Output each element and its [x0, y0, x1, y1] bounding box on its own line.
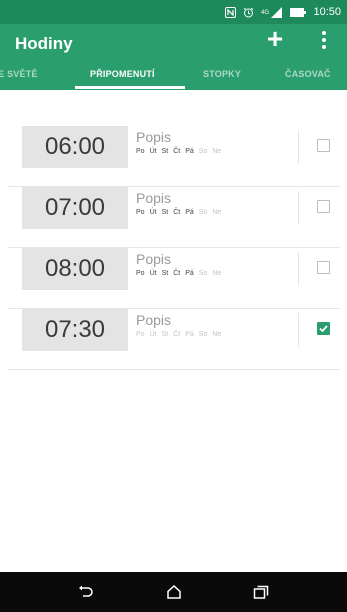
day-label: St	[161, 148, 169, 155]
day-label: Pá	[185, 270, 194, 277]
tab-world-clock[interactable]: VE SVĚTĚ	[0, 69, 38, 79]
tab-timer[interactable]: ČASOVAČ	[285, 69, 331, 79]
day-label: Út	[149, 270, 157, 277]
day-label: St	[161, 331, 169, 338]
day-label: Ne	[212, 270, 222, 277]
alarm-enable-checkbox[interactable]	[317, 322, 330, 335]
alarm-time[interactable]: 06:00	[22, 126, 128, 168]
day-label: So	[198, 270, 208, 277]
alarm-time[interactable]: 07:30	[22, 309, 128, 351]
alarm-row[interactable]: 07:00 Popis Po Út St Čt Pá So Ne	[8, 187, 340, 248]
day-label: Čt	[173, 209, 181, 216]
day-label: Po	[136, 270, 145, 277]
clock-time: 10:50	[313, 6, 341, 18]
battery-icon	[290, 7, 307, 17]
status-bar: 4G 10:50	[0, 0, 347, 24]
alarm-label: Popis	[136, 312, 172, 328]
alarm-days: Po Út St Čt Pá So Ne	[136, 209, 221, 216]
checkmark-icon	[319, 325, 328, 333]
day-label: Ne	[212, 209, 222, 216]
day-label: Pá	[185, 331, 194, 338]
alarm-days: Po Út St Čt Pá So Ne	[136, 331, 221, 338]
day-label: Ne	[212, 331, 222, 338]
alarm-enable-checkbox[interactable]	[317, 200, 330, 213]
tab-indicator	[75, 86, 185, 89]
divider	[298, 130, 299, 164]
day-label: Po	[136, 209, 145, 216]
alarm-list: 06:00 Popis Po Út St Čt Pá So Ne 07:00 P…	[0, 126, 347, 370]
day-label: St	[161, 270, 169, 277]
alarm-enable-checkbox[interactable]	[317, 261, 330, 274]
day-label: Ne	[212, 148, 222, 155]
day-label: Čt	[173, 270, 181, 277]
alarm-row[interactable]: 07:30 Popis Po Út St Čt Pá So Ne	[8, 309, 340, 370]
tab-stopwatch[interactable]: STOPKY	[203, 69, 241, 79]
app-bar: Hodiny + VE SVĚTĚ PŘIPOMENUTÍ STOPKY ČAS…	[0, 24, 347, 90]
alarm-label: Popis	[136, 190, 172, 206]
tab-bar: VE SVĚTĚ PŘIPOMENUTÍ STOPKY ČASOVAČ	[0, 60, 347, 90]
plus-icon[interactable]: +	[262, 25, 288, 53]
alarm-label: Popis	[136, 251, 172, 267]
day-label: Čt	[173, 148, 181, 155]
svg-text:4G: 4G	[261, 10, 269, 16]
day-label: Po	[136, 331, 145, 338]
alarm-enable-checkbox[interactable]	[317, 139, 330, 152]
alarm-row[interactable]: 06:00 Popis Po Út St Čt Pá So Ne	[8, 126, 340, 187]
alarm-days: Po Út St Čt Pá So Ne	[136, 148, 221, 155]
alarm-days: Po Út St Čt Pá So Ne	[136, 270, 221, 277]
day-label: St	[161, 209, 169, 216]
nav-bar	[0, 572, 347, 612]
back-icon[interactable]	[77, 584, 95, 600]
tab-alarms[interactable]: PŘIPOMENUTÍ	[90, 69, 155, 79]
day-label: Út	[149, 209, 157, 216]
day-label: Pá	[185, 209, 194, 216]
day-label: So	[198, 148, 208, 155]
recents-icon[interactable]	[252, 584, 270, 600]
alarm-icon	[243, 7, 254, 18]
app-title: Hodiny	[15, 34, 73, 53]
more-vert-icon[interactable]	[314, 28, 334, 52]
day-label: So	[198, 209, 208, 216]
nfc-icon	[225, 6, 237, 18]
divider	[298, 252, 299, 286]
day-label: Út	[149, 148, 157, 155]
alarm-time[interactable]: 08:00	[22, 248, 128, 290]
alarm-row[interactable]: 08:00 Popis Po Út St Čt Pá So Ne	[8, 248, 340, 309]
alarm-time[interactable]: 07:00	[22, 187, 128, 229]
alarm-label: Popis	[136, 129, 172, 145]
day-label: Čt	[173, 331, 181, 338]
divider	[298, 191, 299, 225]
home-icon[interactable]	[165, 584, 183, 600]
day-label: Pá	[185, 148, 194, 155]
day-label: Út	[149, 331, 157, 338]
signal-icon: 4G	[261, 6, 283, 18]
divider	[298, 313, 299, 347]
day-label: So	[198, 331, 208, 338]
day-label: Po	[136, 148, 145, 155]
